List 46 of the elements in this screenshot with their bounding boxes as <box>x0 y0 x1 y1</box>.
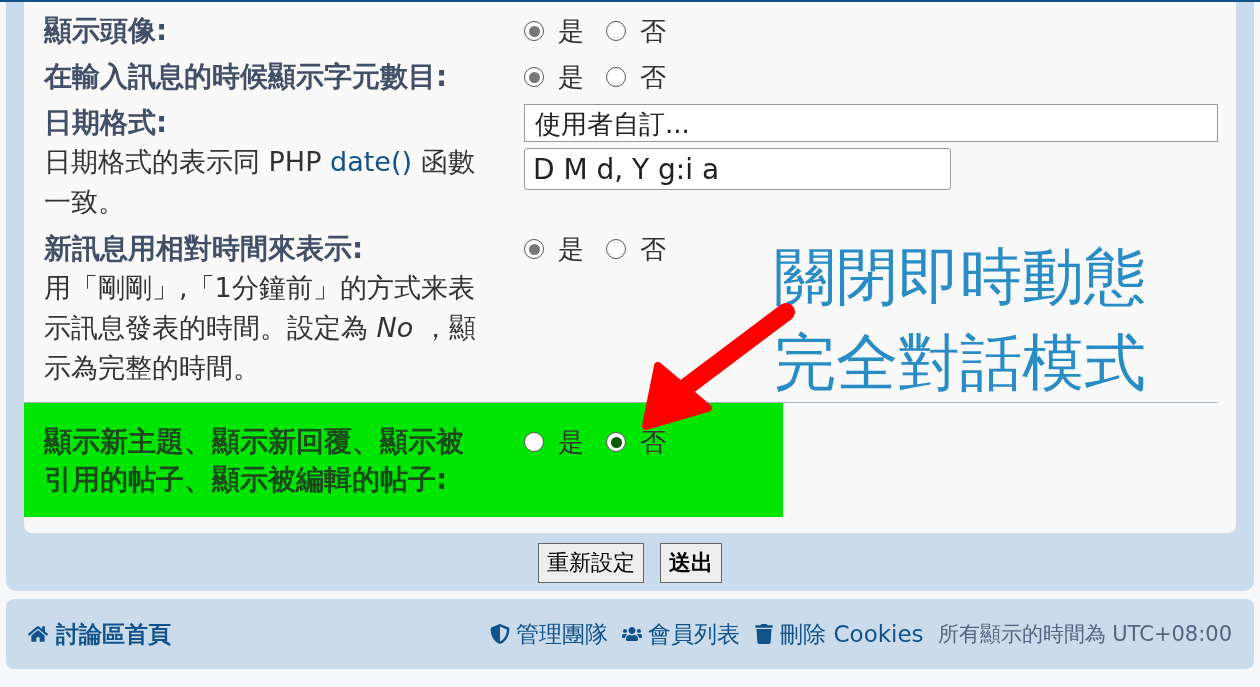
radio-button[interactable] <box>524 432 544 452</box>
radio-option[interactable]: 是 <box>524 231 584 267</box>
footer-link[interactable]: 刪除 Cookies <box>754 618 924 650</box>
setting-description: 日期格式的表示同 PHP date() 函數一致。 <box>44 145 476 219</box>
radio-option[interactable]: 否 <box>606 424 666 460</box>
option-label: 否 <box>640 14 666 48</box>
setting-description: 用「剛剛」,「1分鐘前」的方式来表示訊息發表的時間。設定為 No ，顯示為完整的時間。 <box>44 271 477 385</box>
radio-button[interactable] <box>606 239 626 259</box>
setting-label: 顯示新主題、顯示新回覆、顯示被引用的帖子、顯示被編輯的帖子: <box>44 424 465 498</box>
radio-button[interactable] <box>606 67 626 87</box>
setting-label: 在輸入訊息的時候顯示字元數目: <box>44 59 449 95</box>
footer-link[interactable]: 管理團隊 <box>490 618 609 650</box>
home-link[interactable]: 討論區首頁 <box>28 618 171 650</box>
date-link[interactable]: date() <box>330 146 412 177</box>
option-label: 是 <box>558 14 584 48</box>
annotation-text: 關閉即時動態 完全對話模式 <box>774 239 1146 401</box>
radio-option[interactable]: 是 <box>524 13 584 49</box>
radio-option[interactable]: 否 <box>606 231 666 267</box>
radio-option[interactable]: 是 <box>524 59 584 95</box>
setting-label: 日期格式: <box>44 105 169 141</box>
radio-option[interactable]: 否 <box>606 13 666 49</box>
reset-button[interactable]: 重新設定 <box>538 543 644 583</box>
option-label: 否 <box>640 425 666 459</box>
shield-icon <box>490 624 511 644</box>
timezone-text: 所有顯示的時間為 UTC+08:00 <box>937 621 1232 648</box>
trash-icon <box>754 624 775 644</box>
option-label: 否 <box>640 232 666 266</box>
footer-link[interactable]: 會員列表 <box>622 618 741 650</box>
option-label: 是 <box>558 425 584 459</box>
radio-button[interactable] <box>524 21 544 41</box>
radio-button[interactable] <box>524 67 544 87</box>
option-label: 是 <box>558 60 584 94</box>
option-label: 否 <box>640 60 666 94</box>
home-icon <box>28 624 48 644</box>
date-format-input[interactable]: D M d, Y g:i a <box>524 148 951 190</box>
radio-option[interactable]: 否 <box>606 59 666 95</box>
submit-button[interactable]: 送出 <box>660 543 722 583</box>
radio-button[interactable] <box>524 239 544 259</box>
users-icon <box>622 624 643 644</box>
radio-button[interactable] <box>606 21 626 41</box>
setting-label: 顯示頭像: <box>44 13 169 49</box>
setting-label: 新訊息用相對時間來表示: <box>44 231 365 267</box>
date-format-select[interactable]: 使用者自訂... <box>524 104 1218 142</box>
radio-option[interactable]: 是 <box>524 424 584 460</box>
radio-button[interactable] <box>606 432 626 452</box>
option-label: 是 <box>558 232 584 266</box>
